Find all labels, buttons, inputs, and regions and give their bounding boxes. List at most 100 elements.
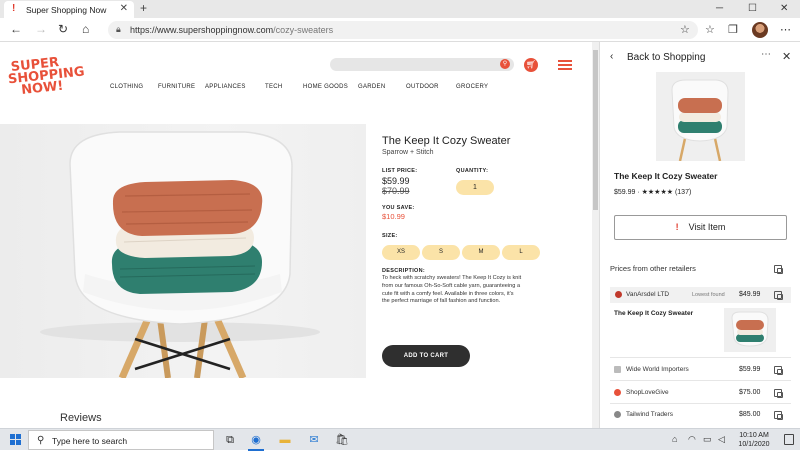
edge-browser-icon[interactable]: ◉: [248, 432, 264, 448]
back-arrow-icon[interactable]: ←: [10, 22, 22, 36]
copy-icon[interactable]: [774, 291, 783, 300]
clock-date: 10/1/2020: [738, 441, 770, 448]
taskbar-search-input[interactable]: ⚲ Type here to search: [28, 430, 214, 450]
notifications-icon[interactable]: [784, 434, 794, 445]
search-icon[interactable]: ⚲: [500, 59, 510, 69]
retailer-price: $59.99: [739, 366, 761, 373]
battery-icon[interactable]: ▭: [703, 434, 712, 445]
forward-arrow-icon[interactable]: →: [35, 22, 47, 36]
new-tab-button[interactable]: +: [140, 1, 147, 15]
search-icon: ⚲: [37, 435, 45, 446]
clock-time: 10:10 AM: [739, 432, 769, 439]
size-button-xs[interactable]: XS: [382, 245, 420, 260]
you-save-amount: $10.99: [382, 212, 405, 221]
close-window-icon[interactable]: ✕: [780, 3, 788, 14]
retailer-price: $75.00: [739, 389, 761, 396]
retailer-price: $85.00: [739, 411, 761, 418]
nav-item-tech[interactable]: TECH: [265, 84, 283, 90]
retailer-logo-icon: [614, 411, 621, 418]
mail-icon[interactable]: ✉: [306, 432, 322, 448]
add-to-cart-button[interactable]: ADD TO CART: [382, 345, 470, 367]
back-chevron-icon[interactable]: ‹: [610, 51, 613, 62]
shopping-side-panel: ‹ Back to Shopping ⋯ ✕ The Keep It Cozy …: [599, 42, 800, 428]
favorites-icon[interactable]: ☆: [705, 23, 715, 36]
product-brand: Sparrow + Stitch: [382, 149, 434, 156]
lock-icon: 🔒︎: [116, 24, 121, 34]
nav-item-home-goods[interactable]: HOME GOODS: [303, 84, 348, 90]
copy-icon[interactable]: [774, 366, 783, 375]
menu-icon[interactable]: [558, 60, 572, 72]
collections-icon[interactable]: ❐: [728, 23, 738, 36]
retailer-name: ShopLoveGive: [626, 389, 669, 396]
size-button-l[interactable]: L: [502, 245, 540, 260]
visit-item-label: Visit Item: [688, 222, 726, 232]
retailer-logo-icon: [614, 389, 621, 396]
people-icon[interactable]: ⌂: [672, 434, 677, 444]
size-label: SIZE:: [382, 233, 398, 239]
best-price-row[interactable]: VanArsdel LTD Lowest found $49.99: [610, 287, 791, 303]
more-options-icon[interactable]: ⋯: [761, 49, 771, 60]
tab-strip: ! Super Shopping Now ✕ + ─ ☐ ✕: [0, 0, 800, 18]
system-clock[interactable]: 10:10 AM 10/1/2020: [732, 431, 776, 449]
original-price: $70.99: [382, 186, 410, 196]
home-icon[interactable]: ⌂: [82, 22, 89, 36]
retailer-product-title: The Keep It Cozy Sweater: [614, 310, 694, 317]
wifi-icon[interactable]: ◠: [688, 434, 696, 445]
nav-item-furniture[interactable]: FURNITURE: [158, 84, 195, 90]
description-label: DESCRIPTION:: [382, 268, 426, 274]
retailer-name: Tailwind Traders: [626, 411, 673, 418]
site-search-input[interactable]: ⚲: [330, 58, 514, 71]
product-title: The Keep It Cozy Sweater: [382, 135, 511, 147]
taskbar-search-placeholder: Type here to search: [52, 436, 128, 446]
store-icon[interactable]: 🛍︎: [334, 432, 350, 448]
panel-product-title: The Keep It Cozy Sweater: [614, 171, 718, 181]
nav-item-appliances[interactable]: APPLIANCES: [205, 84, 246, 90]
task-view-icon[interactable]: ⧉: [222, 432, 238, 448]
minimize-icon[interactable]: ─: [716, 3, 723, 14]
address-toolbar: ← → ↻ ⌂ 🔒︎ https://www.supershoppingnow.…: [0, 18, 800, 42]
quantity-field[interactable]: 1: [456, 180, 494, 195]
web-page: SUPER SHOPPING NOW! ⚲ 🛒︎ CLOTHING FURNIT…: [0, 42, 592, 428]
site-logo[interactable]: SUPER SHOPPING NOW!: [7, 54, 89, 98]
cart-icon[interactable]: 🛒︎: [524, 58, 538, 72]
file-explorer-icon[interactable]: ▬: [277, 432, 293, 448]
url-bar[interactable]: 🔒︎ https://www.supershoppingnow.com/cozy…: [108, 21, 698, 39]
start-windows-icon[interactable]: [10, 434, 21, 445]
lowest-found-badge: Lowest found: [692, 292, 725, 298]
retailer-logo-icon: [614, 366, 621, 373]
reviews-heading: Reviews: [60, 412, 102, 424]
nav-item-clothing[interactable]: CLOTHING: [110, 84, 143, 90]
retailer-logo-icon: [615, 291, 622, 298]
nav-item-grocery[interactable]: GROCERY: [456, 84, 488, 90]
settings-more-icon[interactable]: ⋯: [780, 23, 791, 36]
copy-icon[interactable]: [774, 265, 783, 274]
url-path: /cozy-sweaters: [273, 25, 334, 35]
copy-icon[interactable]: [774, 411, 783, 420]
page-scrollbar[interactable]: [592, 42, 599, 428]
panel-price-rating: $59.99 · ★★★★★ (137): [614, 189, 692, 196]
browser-tab[interactable]: ! Super Shopping Now ✕: [4, 1, 134, 18]
volume-icon[interactable]: ◁: [718, 434, 725, 445]
size-button-s[interactable]: S: [422, 245, 460, 260]
close-panel-icon[interactable]: ✕: [782, 50, 791, 63]
quantity-label: QUANTITY:: [456, 168, 489, 174]
nav-item-garden[interactable]: GARDEN: [358, 84, 385, 90]
product-image: [0, 124, 366, 378]
back-to-shopping-link[interactable]: Back to Shopping: [627, 52, 705, 63]
you-save-label: YOU SAVE:: [382, 205, 415, 211]
close-tab-icon[interactable]: ✕: [120, 3, 128, 14]
list-price-label: LIST PRICE:: [382, 168, 418, 174]
maximize-icon[interactable]: ☐: [748, 3, 757, 14]
retailer-name: Wide World Importers: [626, 366, 689, 373]
profile-avatar[interactable]: [752, 22, 768, 38]
copy-icon[interactable]: [774, 389, 783, 398]
site-favicon-icon: !: [12, 3, 16, 14]
nav-item-outdoor[interactable]: OUTDOOR: [406, 84, 439, 90]
refresh-icon[interactable]: ↻: [58, 22, 68, 36]
favorite-star-icon[interactable]: ☆: [680, 23, 690, 36]
other-retailers-heading: Prices from other retailers: [610, 264, 696, 273]
retailer-product-image: [724, 308, 776, 352]
visit-item-button[interactable]: ! Visit Item: [614, 215, 787, 240]
panel-product-image: [656, 72, 745, 161]
size-button-m[interactable]: M: [462, 245, 500, 260]
